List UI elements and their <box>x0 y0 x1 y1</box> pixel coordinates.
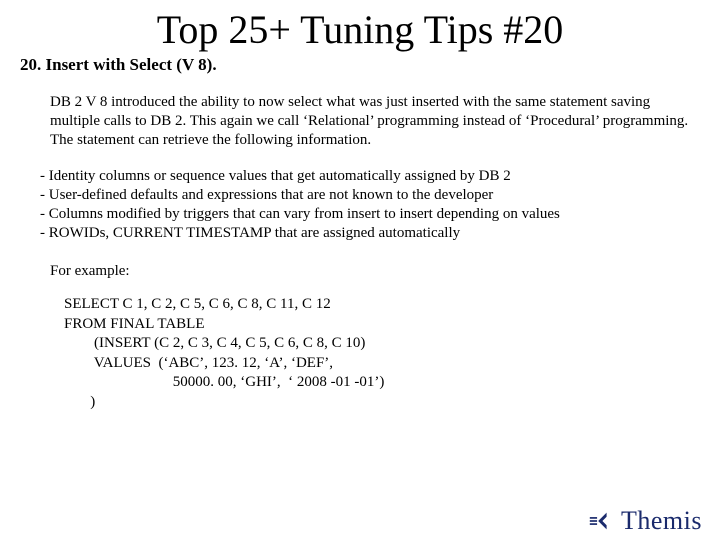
code-line: FROM FINAL TABLE <box>64 316 204 332</box>
themis-logo-icon <box>587 507 615 535</box>
code-line: ) <box>64 394 95 410</box>
slide: Top 25+ Tuning Tips #20 20. Insert with … <box>0 6 720 540</box>
code-block: SELECT C 1, C 2, C 5, C 6, C 8, C 11, C … <box>64 295 690 412</box>
intro-paragraph: DB 2 V 8 introduced the ability to now s… <box>50 93 690 149</box>
code-line: 50000. 00, ‘GHI’, ‘ 2008 -01 -01’) <box>64 374 384 390</box>
for-example-label: For example: <box>50 262 690 281</box>
slide-body: DB 2 V 8 introduced the ability to now s… <box>50 93 690 412</box>
slide-subtitle: 20. Insert with Select (V 8). <box>20 55 720 75</box>
code-line: (INSERT (C 2, C 3, C 4, C 5, C 6, C 8, C… <box>64 335 365 351</box>
bullet-list: - Identity columns or sequence values th… <box>40 167 690 242</box>
bullet-item: - User-defined defaults and expressions … <box>40 186 690 205</box>
code-line: VALUES (‘ABC’, 123. 12, ‘A’, ‘DEF’, <box>64 355 333 371</box>
slide-title: Top 25+ Tuning Tips #20 <box>0 6 720 53</box>
bullet-item: - Columns modified by triggers that can … <box>40 205 690 224</box>
bullet-item: - ROWIDs, CURRENT TIMESTAMP that are ass… <box>40 224 690 243</box>
code-line: SELECT C 1, C 2, C 5, C 6, C 8, C 11, C … <box>64 296 331 312</box>
themis-logo-text: Themis <box>621 506 702 536</box>
themis-logo: Themis <box>587 506 702 536</box>
bullet-item: - Identity columns or sequence values th… <box>40 167 690 186</box>
